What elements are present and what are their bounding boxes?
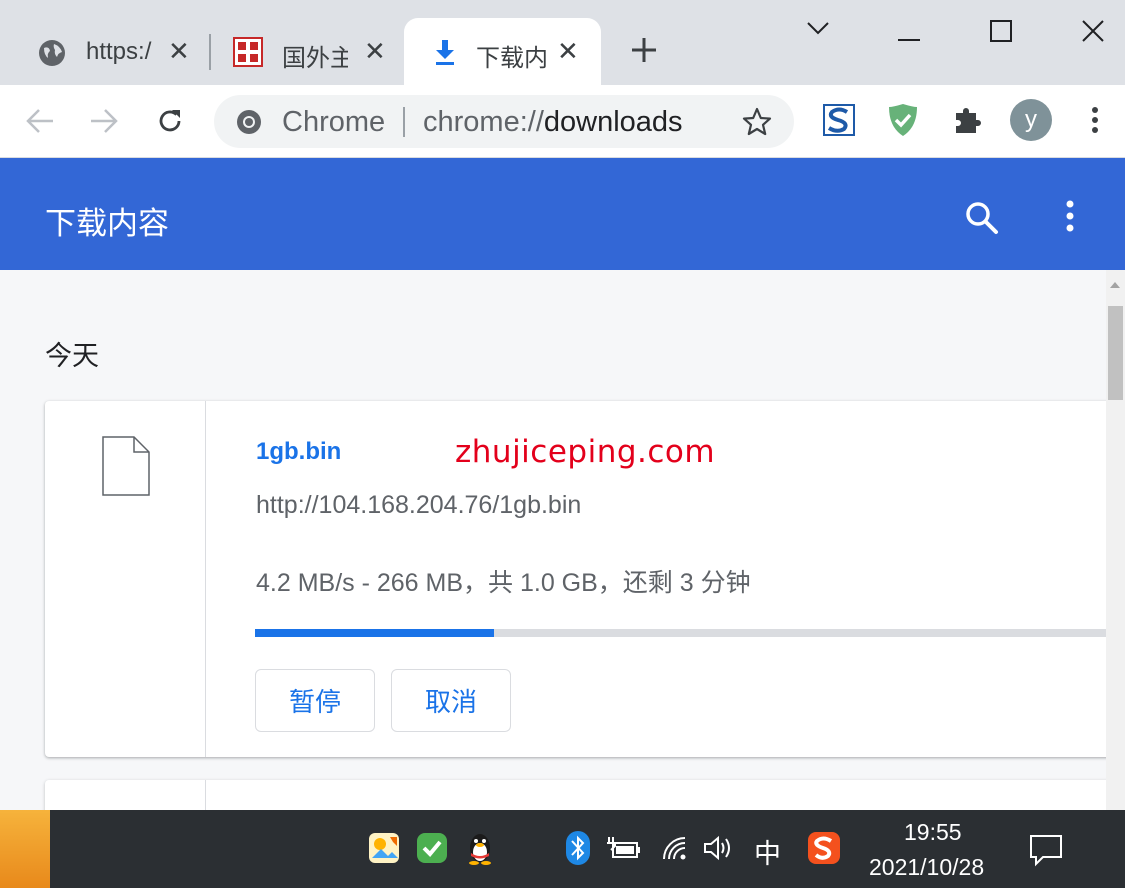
tab-title: 国外主 (282, 45, 348, 72)
start-app-tile[interactable] (0, 810, 50, 888)
omnibox-url[interactable]: chrome://downloads (423, 106, 683, 139)
new-tab-button[interactable] (630, 34, 658, 70)
more-actions-icon[interactable] (1052, 196, 1088, 236)
tab-strip: https:/ ✕ 国外主 ✕ 下载内 ✕ (0, 0, 1125, 85)
downloads-list: 今天 1gb.bin zhujiceping.com http://104.16… (0, 270, 1125, 810)
close-icon[interactable]: ✕ (168, 38, 190, 64)
globe-icon (38, 39, 66, 72)
close-icon[interactable]: ✕ (557, 38, 579, 64)
file-icon (102, 436, 150, 501)
omnibox-url-prefix: chrome:// (423, 106, 544, 138)
site-favicon-icon (232, 36, 264, 73)
chrome-logo-icon (236, 109, 262, 140)
tab-downloads[interactable]: 下载内 ✕ (404, 18, 601, 85)
tab-separator (209, 34, 211, 70)
watermark-text: zhujiceping.com (455, 434, 716, 470)
profile-avatar[interactable]: y (1009, 98, 1053, 142)
page-scrollbar[interactable] (1106, 270, 1125, 810)
file-source-url[interactable]: http://104.168.204.76/1gb.bin (256, 491, 581, 520)
ime-indicator[interactable]: 中 (754, 832, 781, 871)
omnibox-url-host: downloads (543, 106, 683, 138)
download-item-card-next (45, 780, 1125, 810)
download-icon (432, 38, 458, 71)
download-progress-fill (255, 629, 495, 637)
tab-https[interactable]: https:/ ✕ (18, 18, 208, 85)
sogou-input-icon[interactable] (806, 830, 842, 866)
page-title: 下载内容 (45, 206, 169, 241)
omnibox-scheme-label: Chrome (282, 106, 386, 138)
battery-power-icon[interactable] (606, 830, 642, 866)
tab-search-chevron-icon[interactable] (806, 20, 830, 41)
date-group-label: 今天 (45, 341, 99, 371)
extensions-puzzle-icon[interactable] (945, 98, 989, 142)
clock-time[interactable]: 19:55 (904, 819, 962, 846)
card-divider (205, 401, 206, 757)
card-divider (205, 780, 206, 810)
pause-button[interactable]: 暂停 (255, 669, 375, 732)
download-progress-bar (255, 629, 1125, 637)
s-extension-icon[interactable] (817, 98, 861, 142)
adguard-shield-icon[interactable] (881, 98, 925, 142)
tab-title: 下载内 (476, 45, 546, 72)
scroll-up-arrow-icon[interactable] (1110, 282, 1120, 288)
menu-kebab-icon[interactable] (1073, 98, 1117, 142)
notification-icon[interactable] (1028, 832, 1064, 868)
close-window-button[interactable] (1082, 20, 1104, 47)
maximize-button[interactable] (990, 20, 1012, 47)
wifi-icon[interactable] (658, 830, 694, 866)
tab-site[interactable]: 国外主 ✕ (212, 18, 402, 85)
forward-button[interactable] (84, 103, 124, 139)
download-status-text: 4.2 MB/s - 266 MB，共 1.0 GB，还剩 3 分钟 (256, 569, 751, 597)
browser-toolbar: Chrome chrome://downloads y (0, 85, 1125, 158)
photo-app-tray-icon[interactable] (366, 830, 402, 866)
bluetooth-icon[interactable] (560, 830, 596, 866)
qq-penguin-tray-icon[interactable] (462, 830, 498, 866)
address-bar[interactable]: Chrome chrome://downloads (214, 95, 794, 148)
back-button[interactable] (20, 103, 60, 139)
cancel-button[interactable]: 取消 (391, 669, 511, 732)
profile-initial: y (1010, 99, 1052, 141)
download-item-card: 1gb.bin zhujiceping.com http://104.168.2… (45, 401, 1125, 757)
tab-title: https:/ (86, 38, 152, 65)
clock-date[interactable]: 2021/10/28 (869, 854, 984, 881)
close-icon[interactable]: ✕ (364, 38, 386, 64)
scrollbar-thumb[interactable] (1108, 306, 1123, 400)
file-name-link[interactable]: 1gb.bin (256, 438, 341, 466)
windows-taskbar: 中 19:55 2021/10/28 (0, 810, 1125, 888)
security-tray-icon[interactable] (414, 830, 450, 866)
bookmark-star-icon[interactable] (742, 107, 772, 142)
volume-icon[interactable] (700, 830, 736, 866)
reload-button[interactable] (150, 103, 190, 139)
downloads-header: 下载内容 (0, 158, 1125, 270)
search-icon[interactable] (962, 198, 1002, 238)
minimize-button[interactable] (898, 29, 920, 47)
omnibox-divider (403, 107, 405, 137)
